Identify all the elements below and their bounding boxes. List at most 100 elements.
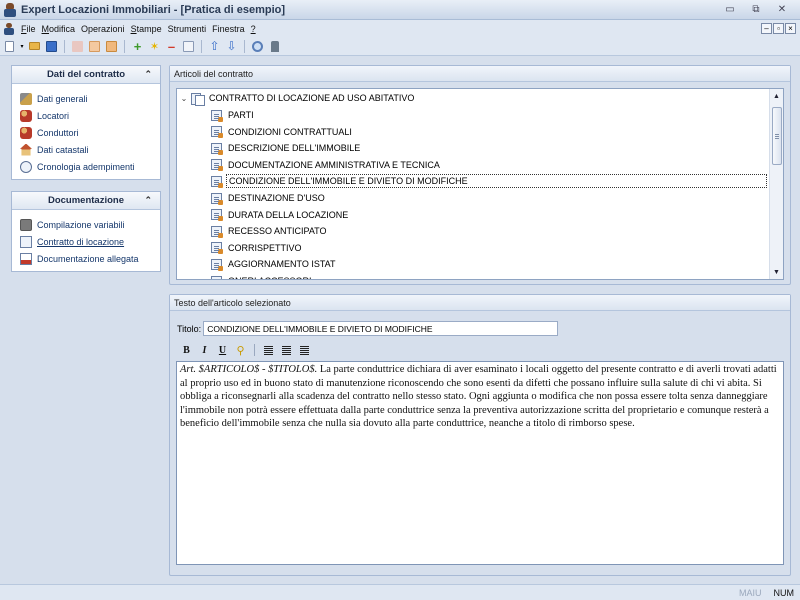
article-label: RECESSO ANTICIPATO bbox=[228, 226, 327, 237]
menu-modifica[interactable]: Modifica bbox=[39, 24, 79, 34]
nav-item-cronologia[interactable]: Cronologia adempimenti bbox=[20, 158, 154, 175]
tools-icon bbox=[20, 92, 32, 105]
settings-icon[interactable] bbox=[250, 39, 265, 54]
move-down-icon[interactable]: ⇩ bbox=[224, 39, 239, 54]
close-window-button[interactable]: ✕ bbox=[772, 3, 792, 17]
contract-data-panel-header[interactable]: Dati del contratto ⌃ bbox=[12, 66, 160, 84]
nav-item-compilazione-variabili[interactable]: Compilazione variabili bbox=[20, 216, 154, 233]
minimize-window-button[interactable]: ▭ bbox=[720, 3, 740, 17]
scroll-down-arrow-icon[interactable]: ▼ bbox=[770, 265, 783, 279]
nav-item-locatori[interactable]: Locatori bbox=[20, 107, 154, 124]
num-lock-indicator: NUM bbox=[773, 587, 795, 598]
title-field[interactable] bbox=[203, 321, 559, 336]
align-justify-icon[interactable] bbox=[297, 343, 312, 357]
article-document-icon bbox=[211, 258, 223, 271]
documentation-panel: Documentazione ⌃ Compilazione variabili … bbox=[11, 191, 161, 272]
window-title-bar: Expert Locazioni Immobiliari - [Pratica … bbox=[0, 0, 800, 20]
article-tree-item[interactable]: CORRISPETTIVO bbox=[211, 240, 783, 256]
article-tree-item[interactable]: RECESSO ANTICIPATO bbox=[211, 223, 783, 239]
copy-icon[interactable] bbox=[87, 39, 102, 54]
tree-root-label: CONTRATTO DI LOCAZIONE AD USO ABITATIVO bbox=[209, 93, 415, 103]
people-icon bbox=[20, 126, 32, 139]
documentation-panel-header[interactable]: Documentazione ⌃ bbox=[12, 192, 160, 210]
article-label: AGGIORNAMENTO ISTAT bbox=[228, 259, 336, 270]
status-bar: MAIU NUM bbox=[0, 584, 800, 600]
article-document-icon bbox=[211, 159, 223, 172]
italic-button[interactable]: I bbox=[197, 343, 212, 357]
contract-data-panel-title: Dati del contratto bbox=[46, 69, 126, 80]
mdi-minimize-button[interactable]: – bbox=[761, 23, 772, 34]
insert-variable-icon[interactable]: ⚲ bbox=[233, 343, 248, 357]
align-center-icon[interactable] bbox=[279, 343, 294, 357]
documentation-panel-title: Documentazione bbox=[47, 195, 124, 206]
move-up-icon[interactable]: ⇧ bbox=[207, 39, 222, 54]
collapse-chevron-icon[interactable]: ⌃ bbox=[144, 195, 152, 206]
underline-button[interactable]: U bbox=[215, 343, 230, 357]
menu-strumenti[interactable]: Strumenti bbox=[165, 24, 210, 34]
menu-finestra[interactable]: Finestra bbox=[209, 24, 248, 34]
article-document-icon bbox=[211, 242, 223, 255]
article-tree-item[interactable]: CONDIZIONI CONTRATTUALI bbox=[211, 124, 783, 140]
article-label: DOCUMENTAZIONE AMMINISTRATIVA E TECNICA bbox=[228, 159, 440, 170]
document-system-menu-icon[interactable] bbox=[3, 22, 15, 35]
restore-window-button[interactable]: ⧉ bbox=[746, 3, 766, 17]
article-document-icon bbox=[211, 126, 223, 139]
add-icon[interactable]: + bbox=[130, 39, 145, 54]
menu-operazioni[interactable]: Operazioni bbox=[78, 24, 128, 34]
article-tree-item[interactable]: DESCRIZIONE DELL'IMMOBILE bbox=[211, 140, 783, 156]
dropdown-arrow-icon[interactable]: ▾ bbox=[19, 39, 25, 54]
scroll-up-arrow-icon[interactable]: ▲ bbox=[770, 89, 783, 103]
nav-item-documentazione-allegata[interactable]: Documentazione allegata bbox=[20, 250, 154, 267]
article-text-editor[interactable]: Art. $ARTICOLO$ - $TITOLO$. La parte con… bbox=[176, 361, 784, 565]
menu-stampe[interactable]: Stampe bbox=[128, 24, 165, 34]
menu-help[interactable]: ? bbox=[248, 24, 259, 34]
nav-item-dati-generali[interactable]: Dati generali bbox=[20, 90, 154, 107]
article-document-icon bbox=[211, 175, 223, 188]
paste-icon[interactable] bbox=[104, 39, 119, 54]
article-tree-item[interactable]: ONERI ACCESSORI bbox=[211, 273, 783, 279]
print-icon[interactable] bbox=[267, 39, 282, 54]
open-folder-icon[interactable] bbox=[27, 39, 42, 54]
articles-tree[interactable]: ⌄ CONTRATTO DI LOCAZIONE AD USO ABITATIV… bbox=[176, 88, 784, 280]
nav-item-conduttori[interactable]: Conduttori bbox=[20, 124, 154, 141]
attachment-icon bbox=[20, 252, 32, 265]
nav-item-contratto-locazione[interactable]: Contratto di locazione bbox=[20, 233, 154, 250]
article-label: CORRISPETTIVO bbox=[228, 242, 302, 253]
duplicate-icon[interactable] bbox=[181, 39, 196, 54]
contract-data-panel: Dati del contratto ⌃ Dati generali Locat… bbox=[11, 65, 161, 180]
clock-icon bbox=[20, 160, 32, 173]
mdi-close-button[interactable]: × bbox=[785, 23, 796, 34]
article-tree-item[interactable]: DESTINAZIONE D'USO bbox=[211, 190, 783, 206]
articles-vertical-scrollbar[interactable]: ▲ ▼ bbox=[769, 89, 783, 279]
new-document-icon[interactable] bbox=[2, 39, 17, 54]
collapse-arrow-icon[interactable]: ⌄ bbox=[179, 94, 189, 103]
align-left-icon[interactable] bbox=[261, 343, 276, 357]
bold-button[interactable]: B bbox=[179, 343, 194, 357]
mdi-restore-button[interactable]: ▫ bbox=[773, 23, 784, 34]
menu-bar: File Modifica Operazioni Stampe Strument… bbox=[0, 20, 800, 37]
article-label: ONERI ACCESSORI bbox=[226, 275, 314, 279]
article-tree-item[interactable]: CONDIZIONE DELL'IMMOBILE E DIVIETO DI MO… bbox=[211, 173, 783, 189]
house-icon bbox=[20, 143, 32, 156]
save-icon[interactable] bbox=[44, 39, 59, 54]
article-label: DESCRIZIONE DELL'IMMOBILE bbox=[228, 143, 361, 154]
article-label: DESTINAZIONE D'USO bbox=[228, 193, 325, 203]
article-tree-item[interactable]: PARTI bbox=[211, 107, 783, 123]
article-document-icon bbox=[211, 192, 223, 205]
article-tree-item[interactable]: DURATA DELLA LOCAZIONE bbox=[211, 207, 783, 223]
collapse-chevron-icon[interactable]: ⌃ bbox=[144, 69, 152, 80]
tree-root-item[interactable]: ⌄ CONTRATTO DI LOCAZIONE AD USO ABITATIV… bbox=[179, 90, 772, 106]
article-label: DURATA DELLA LOCAZIONE bbox=[228, 209, 349, 220]
scrollbar-thumb[interactable] bbox=[772, 107, 782, 165]
menu-file[interactable]: File bbox=[18, 24, 39, 34]
article-label: PARTI bbox=[228, 110, 254, 120]
nav-item-dati-catastali[interactable]: Dati catastali bbox=[20, 141, 154, 158]
article-text-group: Testo dell'articolo selezionato Titolo: … bbox=[169, 294, 791, 576]
article-document-icon bbox=[211, 225, 223, 238]
article-text-group-title: Testo dell'articolo selezionato bbox=[170, 295, 790, 311]
article-tree-item[interactable]: AGGIORNAMENTO ISTAT bbox=[211, 256, 783, 272]
cut-icon[interactable] bbox=[70, 39, 85, 54]
remove-icon[interactable]: – bbox=[164, 39, 179, 54]
article-tree-item[interactable]: DOCUMENTAZIONE AMMINISTRATIVA E TECNICA bbox=[211, 157, 783, 173]
star-icon[interactable]: ✶ bbox=[147, 39, 162, 54]
